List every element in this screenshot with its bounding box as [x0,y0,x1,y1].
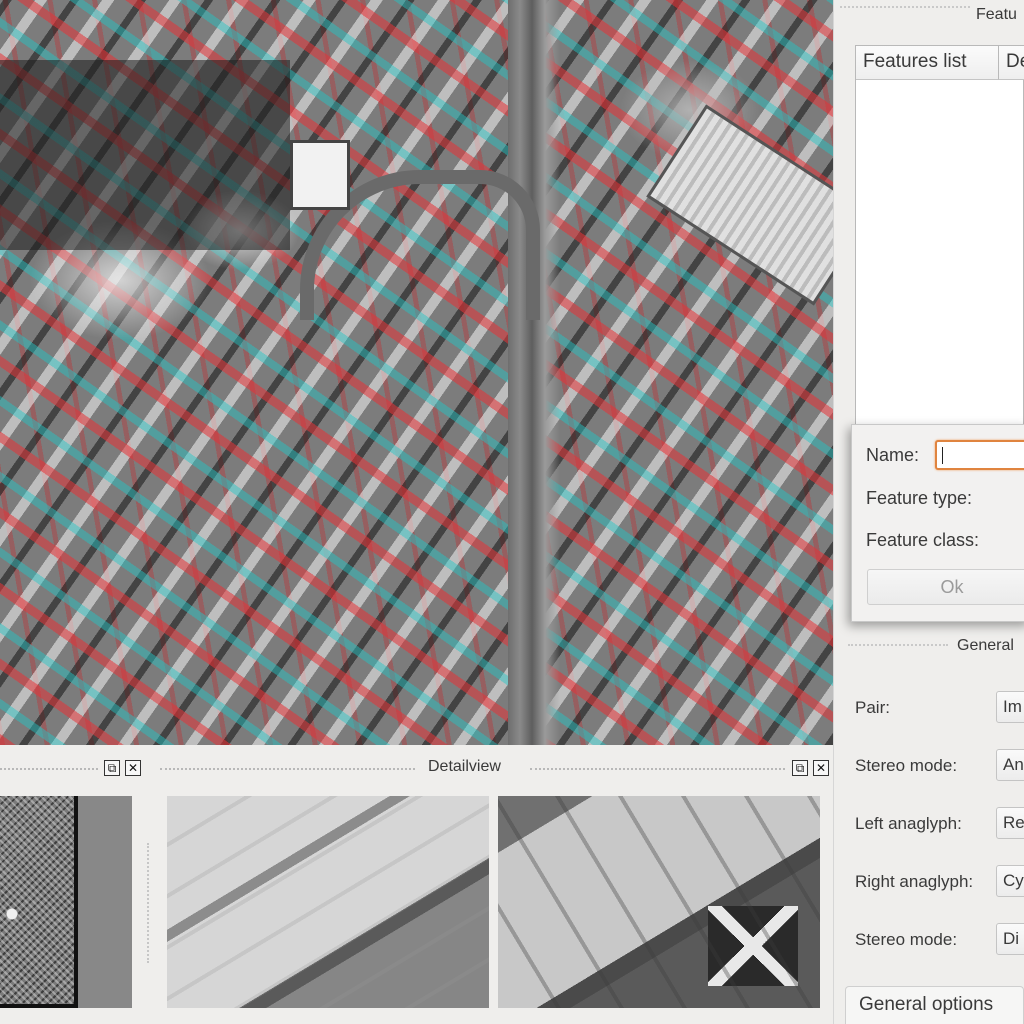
title-dots [0,768,98,770]
detail-view-titlebar: ⧉ ✕ ⧉ ✕ [0,756,833,780]
stadium-stand [646,104,833,306]
feature-class-label: Feature class: [866,530,980,550]
pair-select[interactable]: Im [996,691,1024,723]
text-caret [942,447,943,464]
float-icon[interactable]: ⧉ [104,760,120,776]
left-anaglyph-label: Left anaglyph: [855,814,962,833]
title-dots [848,644,948,646]
title-dots [530,768,785,770]
building-block [0,60,290,250]
detail-view-panel: ⧉ ✕ ⧉ ✕ Detailview [0,748,833,1024]
tab-general-options[interactable]: General options [845,986,1024,1024]
right-anaglyph-label: Right anaglyph: [855,872,974,891]
name-input[interactable] [935,440,1024,470]
overview-thumbnail[interactable] [0,796,78,1008]
column-header-description[interactable]: De [999,46,1024,80]
detail-view-title: Detailview [428,758,501,775]
stereo-mode-label-2: Stereo mode: [855,930,958,949]
features-panel-title: Featu [976,6,1017,23]
title-dots [160,768,415,770]
splitter-handle[interactable] [147,843,149,963]
stereo-mode-label: Stereo mode: [855,756,958,775]
stereo-mode-select[interactable]: An [996,749,1024,781]
stereo-mode-select-2[interactable]: Di [996,923,1024,955]
left-detail-image[interactable] [167,796,489,1008]
float-icon[interactable]: ⧉ [792,760,808,776]
pair-label: Pair: [855,698,890,717]
left-anaglyph-select[interactable]: Re [996,807,1024,839]
general-panel-title: General [957,637,1014,654]
close-icon[interactable]: ✕ [125,760,141,776]
column-header-features-list[interactable]: Features list [856,46,999,80]
right-detail-image[interactable] [498,796,820,1008]
feature-dialog: Name: Feature type: Feature class: Ok [851,424,1024,622]
overview-background [78,796,132,1008]
features-table[interactable]: Features list De [855,45,1024,425]
right-anaglyph-select[interactable]: Cy [996,865,1024,897]
title-dots [840,6,970,8]
anaglyph-stereo-viewer[interactable] [0,0,833,745]
building-block [290,140,350,210]
close-icon[interactable]: ✕ [813,760,829,776]
name-label: Name: [866,445,920,465]
ok-button[interactable]: Ok [867,569,1024,605]
feature-type-label: Feature type: [866,488,973,508]
